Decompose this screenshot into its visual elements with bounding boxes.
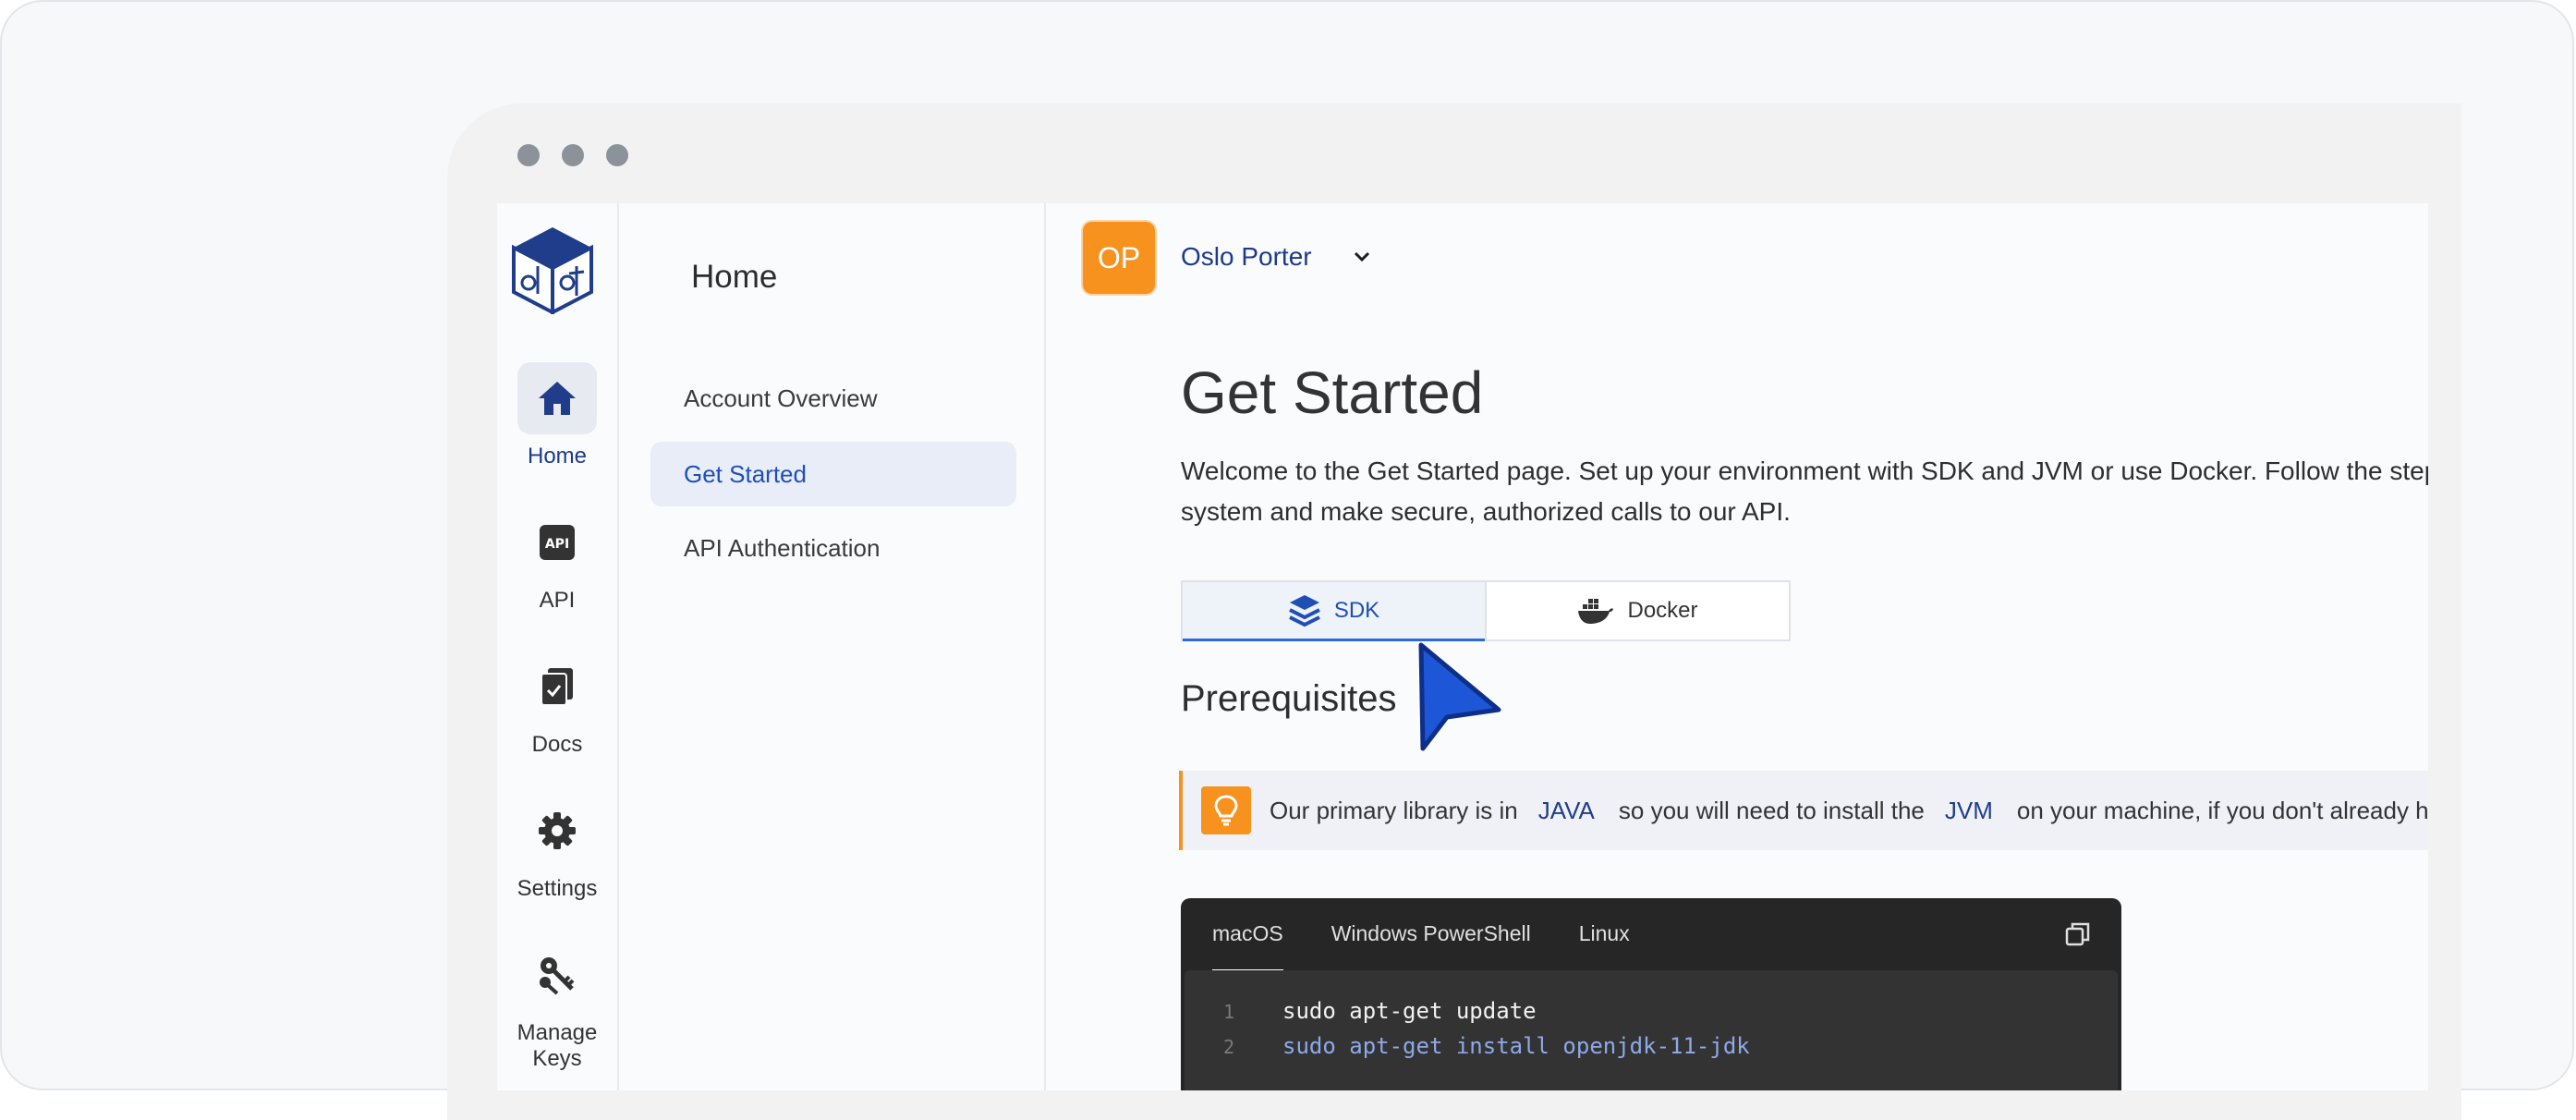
window-maximize-dot[interactable] bbox=[606, 144, 628, 166]
window-minimize-dot[interactable] bbox=[562, 144, 584, 166]
tab-docker[interactable]: Docker bbox=[1485, 582, 1789, 639]
user-avatar[interactable]: OP bbox=[1083, 222, 1155, 294]
gear-icon bbox=[539, 812, 576, 849]
keys-icon bbox=[540, 957, 575, 995]
code-line: 2 sudo apt-get install openjdk-11-jdk bbox=[1185, 1033, 1750, 1059]
rail-label-api: API bbox=[539, 588, 576, 613]
subnav-item-api-authentication[interactable]: API Authentication bbox=[650, 516, 1016, 580]
callout-text-1: Our primary library is in bbox=[1270, 796, 1518, 824]
subnav-item-get-started[interactable]: Get Started bbox=[650, 442, 1016, 506]
main-content: OP Oslo Porter Get Started Welcome to th… bbox=[1046, 203, 2428, 1090]
home-icon bbox=[539, 382, 576, 415]
chevron-down-icon[interactable] bbox=[1349, 244, 1375, 270]
install-method-tabs: SDK Docker bbox=[1181, 580, 1791, 641]
code-tab-windows-powershell[interactable]: Windows PowerShell bbox=[1331, 898, 1531, 972]
user-name[interactable]: Oslo Porter bbox=[1181, 242, 1312, 272]
code-line-text: sudo apt-get update bbox=[1282, 998, 1537, 1024]
code-content: 1 sudo apt-get update 2 sudo apt-get insta… bbox=[1185, 970, 2118, 1090]
prerequisites-heading: Prerequisites bbox=[1181, 678, 1397, 719]
tab-sdk[interactable]: SDK bbox=[1183, 582, 1485, 641]
mouse-pointer-icon bbox=[1418, 642, 1501, 751]
subnav-title: Home bbox=[691, 259, 778, 295]
rail-label-manage-keys: Manage Keys bbox=[516, 1020, 598, 1071]
code-os-tabs: macOS Windows PowerShell Linux bbox=[1212, 898, 1630, 972]
page-title: Get Started bbox=[1181, 359, 1484, 426]
rail-item-api[interactable]: API API bbox=[497, 506, 617, 614]
docker-icon bbox=[1578, 599, 1614, 624]
rail-item-settings[interactable]: Settings bbox=[497, 795, 617, 902]
subnav-item-account-overview[interactable]: Account Overview bbox=[650, 366, 1016, 431]
rail-label-docs: Docs bbox=[531, 732, 583, 757]
code-tab-macos[interactable]: macOS bbox=[1212, 898, 1283, 972]
rail-label-settings: Settings bbox=[516, 876, 598, 901]
code-block: macOS Windows PowerShell Linux 1 sudo apt… bbox=[1181, 898, 2121, 1090]
rail-label-home: Home bbox=[527, 444, 588, 469]
callout-text-2: so you will need to install the bbox=[1618, 796, 1925, 824]
line-number: 1 bbox=[1222, 1001, 1234, 1023]
svg-text:API: API bbox=[545, 537, 569, 552]
callout-chip-java: JAVA bbox=[1537, 796, 1595, 824]
rail-item-docs[interactable]: Docs bbox=[497, 651, 617, 758]
tab-sdk-label: SDK bbox=[1333, 598, 1380, 623]
callout-chip-jvm: JVM bbox=[1944, 796, 1993, 824]
api-icon: API bbox=[540, 525, 575, 560]
rail-item-manage-keys[interactable]: Manage Keys bbox=[497, 939, 617, 1072]
rail-item-home[interactable]: Home bbox=[497, 362, 617, 469]
lightbulb-icon bbox=[1201, 786, 1251, 834]
window-close-dot[interactable] bbox=[517, 144, 540, 166]
code-line-text: sudo apt-get install openjdk-11-jdk bbox=[1282, 1033, 1750, 1059]
intro-text: Welcome to the Get Started page. Set up … bbox=[1181, 457, 2428, 526]
icon-rail: Home API API Docs Settings Manage Keys bbox=[497, 203, 619, 1090]
prerequisites-callout: Our primary library is in JAVA so you wi… bbox=[1179, 771, 2428, 850]
company-logo bbox=[512, 227, 593, 314]
code-tab-linux[interactable]: Linux bbox=[1579, 898, 1630, 972]
secondary-nav: Home Account Overview Get Started API Au… bbox=[619, 203, 1046, 1090]
callout-text-3: on your machine, if you don't already ha… bbox=[2016, 796, 2428, 824]
tab-docker-label: Docker bbox=[1627, 598, 1698, 623]
code-line: 1 sudo apt-get update bbox=[1185, 998, 1537, 1024]
line-number: 2 bbox=[1222, 1036, 1234, 1058]
copy-icon[interactable] bbox=[2064, 920, 2092, 948]
layers-icon bbox=[1288, 595, 1320, 627]
docs-icon bbox=[541, 668, 573, 706]
